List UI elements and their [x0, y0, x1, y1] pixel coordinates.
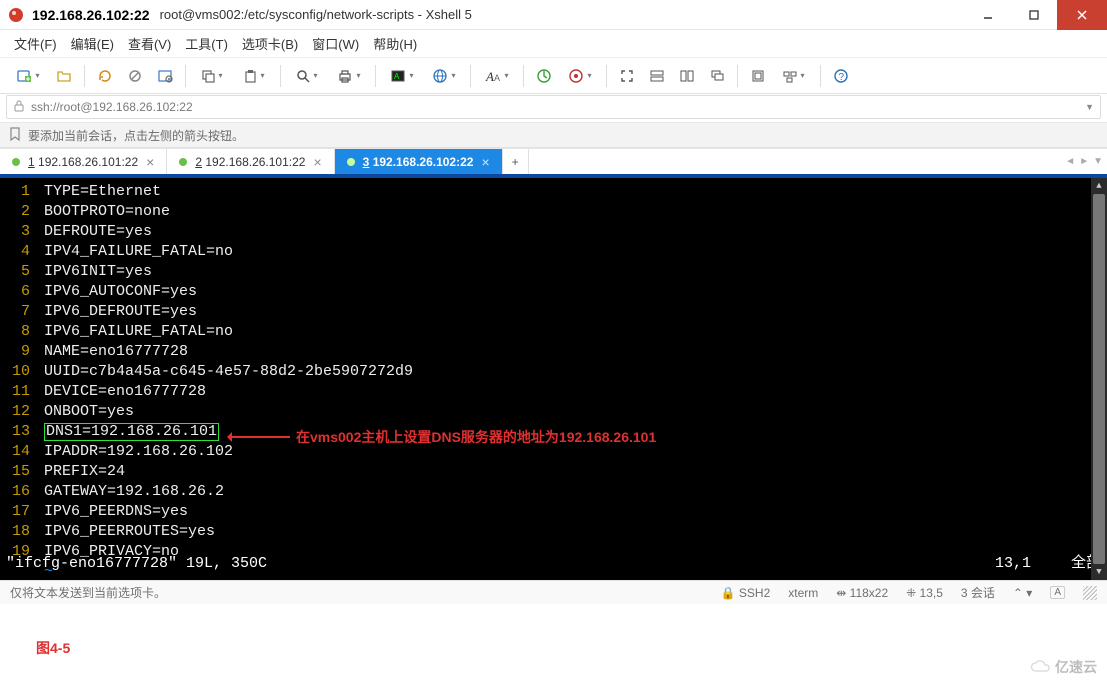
close-button[interactable]: [1057, 0, 1107, 30]
tab-close-icon[interactable]: ×: [313, 154, 321, 170]
title-path: root@vms002:/etc/sysconfig/network-scrip…: [160, 7, 472, 22]
tab-close-icon[interactable]: ×: [481, 154, 489, 170]
fullscreen-button[interactable]: [613, 62, 641, 90]
disconnect-button[interactable]: [121, 62, 149, 90]
hint-bar: 要添加当前会话，点击左侧的箭头按钮。: [0, 122, 1107, 148]
status-size: ⇹ 118x22: [836, 586, 888, 600]
svg-text:A: A: [394, 72, 400, 81]
watermark: 亿速云: [1029, 657, 1097, 677]
terminal-content: TYPE=EthernetBOOTPROTO=noneDEFROUTE=yesI…: [44, 182, 1107, 580]
tab-1[interactable]: 1 192.168.26.101:22 ×: [0, 149, 167, 174]
app-icon: [8, 7, 24, 23]
vim-cursor-pos: 13,1: [995, 554, 1031, 574]
tab-nav: ◄ ► ▼: [1065, 149, 1103, 174]
properties-button[interactable]: [151, 62, 179, 90]
find-button[interactable]: [287, 62, 327, 90]
new-session-button[interactable]: [8, 62, 48, 90]
paste-button[interactable]: [234, 62, 274, 90]
lock-icon: [13, 100, 25, 115]
tab-prev-icon[interactable]: ◄: [1065, 156, 1075, 167]
bookmark-add-icon[interactable]: [8, 127, 22, 144]
status-hint: 仅将文本发送到当前选项卡。: [10, 584, 166, 601]
toolbar: A AA ?: [0, 58, 1107, 94]
terminal-scrollbar[interactable]: ▲ ▼: [1091, 178, 1107, 580]
svg-text:A: A: [494, 73, 500, 83]
font-button[interactable]: AA: [477, 62, 517, 90]
status-ssh: 🔒 SSH2: [721, 586, 771, 600]
menu-bar: 文件(F) 编辑(E) 查看(V) 工具(T) 选项卡(B) 窗口(W) 帮助(…: [0, 30, 1107, 58]
cloud-icon: [1029, 659, 1051, 675]
status-menu-icon[interactable]: ⌃ ▾: [1013, 586, 1032, 600]
tab-strip: 1 192.168.26.101:22 × 2 192.168.26.101:2…: [0, 148, 1107, 176]
cap-indicator: A: [1050, 586, 1065, 599]
cascade-button[interactable]: [703, 62, 731, 90]
encoding-button[interactable]: [424, 62, 464, 90]
line-gutter: 12345678910111213141516171819: [0, 182, 36, 580]
tab-3[interactable]: 3 192.168.26.102:22 ×: [335, 149, 503, 174]
minimize-button[interactable]: [965, 0, 1011, 30]
vim-status-line: "ifcfg-eno16777728" 19L, 350C 13,1 全部: [6, 554, 1101, 574]
tab-list-icon[interactable]: ▼: [1093, 156, 1103, 167]
status-dot-icon: [12, 158, 20, 166]
menu-window[interactable]: 窗口(W): [312, 34, 359, 53]
color-scheme-button[interactable]: A: [382, 62, 422, 90]
terminal[interactable]: 12345678910111213141516171819 TYPE=Ether…: [0, 176, 1107, 580]
address-bar: ssh://root@192.168.26.102:22 ▼: [0, 94, 1107, 122]
copy-button[interactable]: [192, 62, 232, 90]
tab-2[interactable]: 2 192.168.26.101:22 ×: [167, 149, 334, 174]
hint-text: 要添加当前会话，点击左侧的箭头按钮。: [28, 127, 244, 144]
status-term: xterm: [788, 586, 818, 600]
sessions-button[interactable]: [774, 62, 814, 90]
open-file-button[interactable]: [50, 62, 78, 90]
menu-tools[interactable]: 工具(T): [185, 34, 228, 53]
xftp-button[interactable]: [560, 62, 600, 90]
status-bar: 仅将文本发送到当前选项卡。 🔒 SSH2 xterm ⇹ 118x22 ⁜ 13…: [0, 580, 1107, 604]
tab-close-icon[interactable]: ×: [146, 154, 154, 170]
script-button[interactable]: [530, 62, 558, 90]
new-tab-button[interactable]: +: [503, 149, 529, 174]
tile-vertical-button[interactable]: [673, 62, 701, 90]
status-dot-icon: [179, 158, 187, 166]
scroll-down-icon[interactable]: ▼: [1091, 564, 1107, 580]
svg-text:A: A: [485, 69, 494, 83]
menu-file[interactable]: 文件(F): [14, 34, 57, 53]
title-address: 192.168.26.102:22: [32, 7, 150, 23]
address-dropdown-icon[interactable]: ▼: [1085, 102, 1094, 112]
help-button[interactable]: ?: [827, 62, 855, 90]
address-input[interactable]: ssh://root@192.168.26.102:22 ▼: [6, 95, 1101, 119]
status-pos: ⁜ 13,5: [906, 586, 943, 600]
address-text: ssh://root@192.168.26.102:22: [31, 100, 193, 114]
menu-edit[interactable]: 编辑(E): [71, 34, 114, 53]
vim-file-info: "ifcfg-eno16777728" 19L, 350C: [6, 554, 267, 574]
tile-horizontal-button[interactable]: [643, 62, 671, 90]
figure-caption: 图4-5: [36, 638, 70, 658]
resize-grip[interactable]: [1083, 586, 1097, 600]
menu-view[interactable]: 查看(V): [128, 34, 171, 53]
status-sessions: 3 会话: [961, 584, 995, 601]
lock-button[interactable]: [744, 62, 772, 90]
svg-text:?: ?: [839, 72, 845, 83]
menu-help[interactable]: 帮助(H): [373, 34, 417, 53]
tab-next-icon[interactable]: ►: [1079, 156, 1089, 167]
status-dot-icon: [347, 158, 355, 166]
print-button[interactable]: [329, 62, 369, 90]
reconnect-button[interactable]: [91, 62, 119, 90]
window-titlebar: 192.168.26.102:22 root@vms002:/etc/sysco…: [0, 0, 1107, 30]
maximize-button[interactable]: [1011, 0, 1057, 30]
scroll-up-icon[interactable]: ▲: [1091, 178, 1107, 194]
scroll-thumb[interactable]: [1093, 194, 1105, 564]
menu-tab[interactable]: 选项卡(B): [242, 34, 298, 53]
